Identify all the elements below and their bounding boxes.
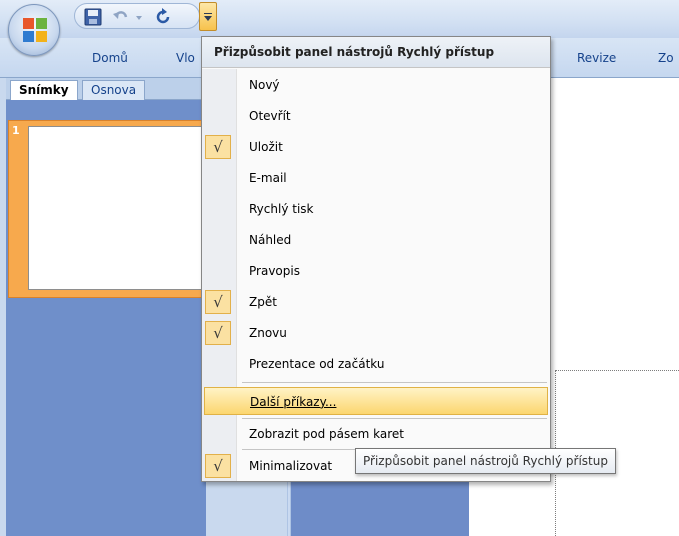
chevron-down-icon (204, 16, 212, 21)
menu-item-more-commands[interactable]: Další příkazy... (204, 387, 548, 415)
tooltip: Přizpůsobit panel nástrojů Rychlý přístu… (355, 448, 616, 474)
slide-number: 1 (12, 124, 20, 137)
menu-item-label: Další příkazy... (250, 395, 337, 409)
tab-outline[interactable]: Osnova (82, 80, 146, 100)
redo-icon[interactable] (154, 8, 172, 26)
menu-item-label: Nový (249, 78, 280, 92)
menu-item-undo[interactable]: √ Zpět (202, 288, 550, 316)
menu-item-redo[interactable]: √ Znovu (202, 319, 550, 347)
menu-item-show-below-ribbon[interactable]: Zobrazit pod pásem karet (202, 420, 550, 448)
pane-tabs: Snímky Osnova (6, 78, 206, 100)
menu-item-label: E-mail (249, 171, 287, 185)
tab-insert[interactable]: Vlo (176, 51, 195, 65)
tab-slides[interactable]: Snímky (10, 80, 78, 100)
menu-item-open[interactable]: Otevřít (202, 102, 550, 130)
check-icon: √ (205, 290, 231, 314)
check-icon: √ (205, 135, 231, 159)
menu-separator (242, 382, 547, 383)
menu-item-label: Prezentace od začátku (249, 357, 385, 371)
menu-separator (242, 418, 547, 419)
menu-item-email[interactable]: E-mail (202, 164, 550, 192)
customize-quick-access-menu: Přizpůsobit panel nástrojů Rychlý přístu… (201, 36, 551, 482)
menu-item-label: Znovu (249, 326, 287, 340)
tab-home[interactable]: Domů (92, 51, 128, 65)
tab-review[interactable]: Revize (577, 51, 616, 65)
menu-item-new[interactable]: Nový (202, 71, 550, 99)
menu-item-preview[interactable]: Náhled (202, 226, 550, 254)
undo-icon[interactable] (112, 8, 130, 26)
menu-item-label: Uložit (249, 140, 283, 154)
menu-item-label: Otevřít (249, 109, 291, 123)
menu-item-slideshow-from-start[interactable]: Prezentace od začátku (202, 350, 550, 378)
save-icon[interactable] (84, 8, 102, 26)
office-button[interactable] (8, 4, 60, 56)
undo-dropdown-icon[interactable] (134, 8, 144, 26)
menu-item-label: Zobrazit pod pásem karet (249, 427, 404, 441)
menu-item-label: Náhled (249, 233, 292, 247)
check-icon: √ (205, 321, 231, 345)
menu-item-label: Pravopis (249, 264, 300, 278)
menu-item-label: Rychlý tisk (249, 202, 314, 216)
slide-thumbnail[interactable] (28, 126, 204, 290)
menu-item-label: Minimalizovat (249, 459, 333, 473)
menu-item-save[interactable]: √ Uložit (202, 133, 550, 161)
quick-access-toolbar-bar (0, 0, 679, 38)
menu-title: Přizpůsobit panel nástrojů Rychlý přístu… (202, 37, 550, 68)
tab-view[interactable]: Zo (658, 51, 674, 65)
customize-quick-access-button[interactable] (199, 2, 217, 31)
customize-bar-icon (204, 13, 212, 14)
menu-item-spelling[interactable]: Pravopis (202, 257, 550, 285)
menu-item-label: Zpět (249, 295, 277, 309)
check-icon: √ (205, 454, 231, 478)
office-logo-icon (23, 18, 47, 42)
menu-item-quick-print[interactable]: Rychlý tisk (202, 195, 550, 223)
